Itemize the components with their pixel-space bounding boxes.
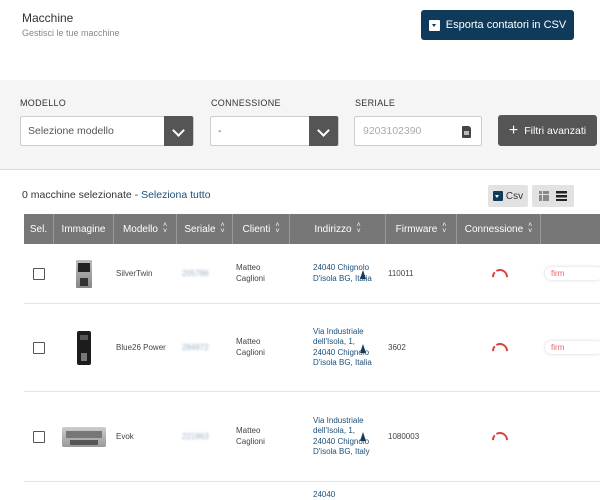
machine-image-cell — [55, 304, 113, 391]
model-cell: Evok — [116, 432, 134, 441]
serial-input[interactable]: 9203102390 — [354, 116, 482, 146]
plus-icon: + — [508, 121, 519, 139]
table-header: Sel. Immagine Modello ˄ ˅ Seriale ˄ ˅ Client… — [24, 214, 600, 244]
column-header-clients[interactable]: Clienti ˄ ˅ — [233, 214, 290, 244]
sort-icon[interactable]: ˄ ˅ — [221, 222, 225, 235]
row-select-cell — [24, 392, 54, 481]
table-row[interactable]: SilverTwin 205786 Matteo Caglioni 24040 … — [24, 244, 600, 304]
connection-filter-label: CONNESSIONE — [211, 98, 281, 108]
download-icon — [428, 19, 440, 31]
serial-cell: 221863 — [182, 432, 209, 441]
column-header-connection[interactable]: Connessione ˄ ˅ — [457, 214, 541, 244]
machine-image — [77, 330, 91, 365]
table-row[interactable]: 24040 — [24, 482, 600, 500]
firmware-badge[interactable]: firm — [544, 266, 600, 281]
navigation-arrow-icon[interactable] — [360, 344, 366, 353]
chevron-down-icon[interactable] — [164, 116, 193, 146]
table-row[interactable]: Blue26 Power 284872 Matteo Caglioni Via … — [24, 304, 600, 392]
selection-summary: 0 macchine selezionate - Seleziona tutto — [22, 189, 211, 201]
column-header-sel: Sel. — [24, 214, 54, 244]
chevron-down-icon[interactable] — [309, 116, 338, 146]
column-header-address[interactable]: Indirizzo ˄ ˅ — [290, 214, 386, 244]
serial-filter-label: SERIALE — [355, 98, 396, 108]
firmware-cell: 3602 — [388, 343, 406, 352]
wifi-off-icon — [492, 432, 504, 442]
page-header: Macchine Gestisci le tue macchine Esport… — [0, 0, 600, 80]
list-view-icon[interactable] — [556, 191, 567, 201]
column-header-firmware[interactable]: Firmware ˄ ˅ — [386, 214, 457, 244]
column-header-model[interactable]: Modello ˄ ˅ — [114, 214, 177, 244]
wifi-off-icon — [492, 269, 504, 279]
connection-select[interactable]: - — [210, 116, 339, 146]
firmware-badge[interactable]: firm — [544, 340, 600, 355]
model-select-value: Selezione modello — [28, 125, 114, 137]
client-cell: Matteo Caglioni — [236, 337, 265, 357]
row-checkbox[interactable] — [33, 341, 45, 354]
row-checkbox[interactable] — [33, 430, 45, 443]
advanced-filters-button[interactable]: + Filtri avanzati — [498, 115, 597, 146]
download-icon — [492, 191, 503, 201]
serial-cell: 205786 — [182, 269, 209, 278]
csv-button-label: Csv — [505, 190, 524, 202]
selected-count: 0 macchine selezionate - — [22, 189, 142, 201]
export-counters-csv-button[interactable]: Esporta contatori in CSV — [421, 10, 574, 40]
row-select-cell — [24, 244, 54, 303]
sim-card-icon — [462, 126, 471, 138]
model-select[interactable]: Selezione modello — [20, 116, 194, 146]
machine-image — [62, 426, 106, 447]
address-cell[interactable]: 24040 — [313, 482, 373, 500]
export-button-label: Esporta contatori in CSV — [445, 19, 567, 31]
client-cell: Matteo Caglioni — [236, 426, 265, 446]
machine-image-cell — [55, 482, 113, 500]
column-header-serial[interactable]: Seriale ˄ ˅ — [177, 214, 233, 244]
column-header-image: Immagine — [54, 214, 114, 244]
serial-placeholder: 9203102390 — [363, 125, 422, 137]
firmware-cell: 110011 — [388, 269, 414, 278]
row-select-cell — [24, 304, 54, 391]
wifi-off-icon — [492, 343, 504, 353]
client-cell: Matteo Caglioni — [236, 263, 265, 283]
navigation-arrow-icon[interactable] — [360, 432, 366, 441]
filter-bar: MODELLO Selezione modello CONNESSIONE - … — [0, 80, 600, 170]
connection-cell — [492, 304, 512, 391]
row-checkbox[interactable] — [33, 267, 45, 280]
csv-export-button[interactable]: Csv — [488, 185, 528, 207]
model-filter-label: MODELLO — [20, 98, 67, 108]
machine-image-cell — [55, 244, 113, 303]
serial-cell: 284872 — [182, 343, 209, 352]
sort-icon[interactable]: ˄ ˅ — [528, 222, 532, 235]
connection-cell — [492, 244, 512, 303]
select-all-link[interactable]: Seleziona tutto — [141, 189, 210, 201]
navigation-arrow-icon[interactable] — [360, 270, 366, 279]
sort-icon[interactable]: ˄ ˅ — [442, 222, 446, 235]
sort-icon[interactable]: ˄ ˅ — [275, 222, 279, 235]
connection-select-value: - — [218, 125, 222, 137]
machine-image-cell — [55, 392, 113, 481]
sort-icon[interactable]: ˄ ˅ — [357, 222, 361, 235]
page-title: Macchine — [22, 11, 74, 25]
machine-image — [76, 259, 92, 288]
firmware-cell: 1080003 — [388, 432, 420, 441]
sort-icon[interactable]: ˄ ˅ — [163, 222, 167, 235]
grid-view-icon[interactable] — [539, 191, 549, 201]
connection-cell — [492, 392, 512, 481]
model-cell: SilverTwin — [116, 269, 153, 278]
advanced-filters-label: Filtri avanzati — [524, 124, 587, 137]
page-subtitle: Gestisci le tue macchine — [22, 28, 120, 38]
model-cell: Blue26 Power — [116, 343, 166, 352]
view-toggle — [532, 185, 574, 207]
table-row[interactable]: Evok 221863 Matteo Caglioni Via Industri… — [24, 392, 600, 482]
